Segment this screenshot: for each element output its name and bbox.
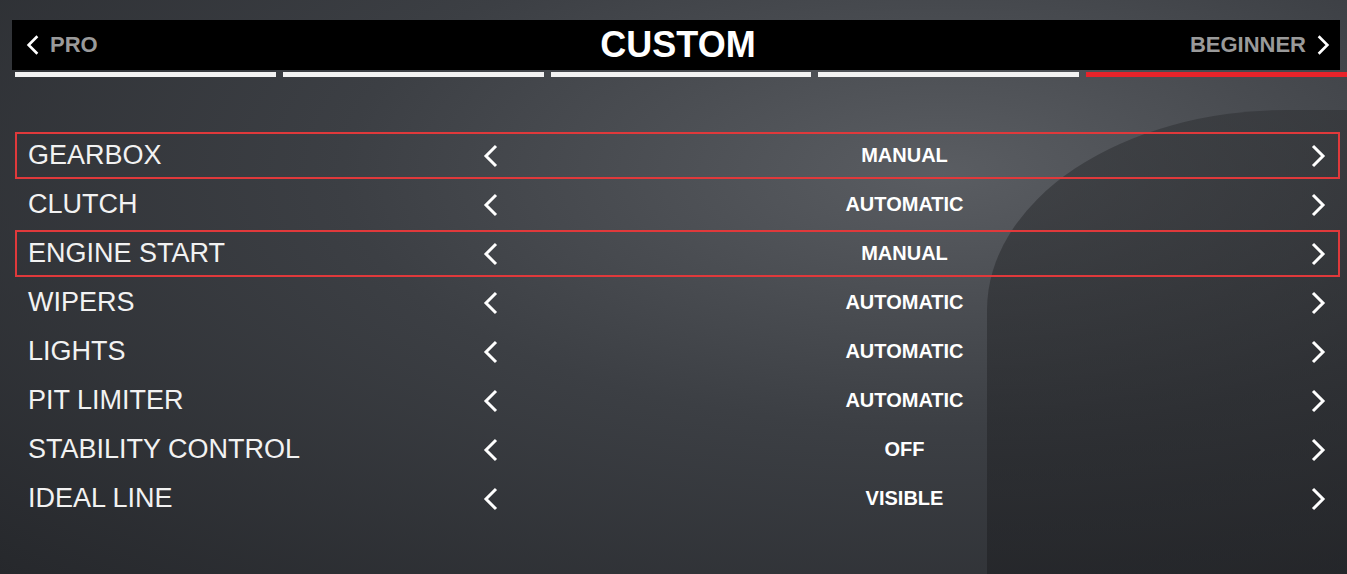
setting-label: ENGINE START <box>28 238 479 269</box>
setting-value: VISIBLE <box>503 487 1306 510</box>
chevron-left-icon[interactable] <box>483 487 499 511</box>
next-preset-button[interactable]: BEGINNER <box>1190 32 1330 58</box>
setting-label: PIT LIMITER <box>28 385 479 416</box>
setting-value: AUTOMATIC <box>503 389 1306 412</box>
setting-value: AUTOMATIC <box>503 340 1306 363</box>
decrease-button[interactable] <box>479 242 503 266</box>
next-preset-label[interactable]: BEGINNER <box>1190 32 1306 58</box>
setting-row[interactable]: GEARBOX MANUAL <box>15 132 1340 179</box>
setting-row[interactable]: ENGINE START MANUAL <box>15 230 1340 277</box>
setting-value: MANUAL <box>503 144 1306 167</box>
increase-button[interactable] <box>1306 340 1330 364</box>
previous-preset-button[interactable]: PRO <box>26 32 590 58</box>
setting-label: CLUTCH <box>28 189 479 220</box>
chevron-right-icon[interactable] <box>1310 193 1326 217</box>
setting-row[interactable]: PIT LIMITER AUTOMATIC <box>15 377 1340 424</box>
chevron-left-icon[interactable] <box>483 438 499 462</box>
decrease-button[interactable] <box>479 144 503 168</box>
chevron-right-icon[interactable] <box>1310 144 1326 168</box>
preset-header: PRO CUSTOM BEGINNER <box>12 20 1340 77</box>
setting-row[interactable]: STABILITY CONTROL OFF <box>15 426 1340 473</box>
setting-label: LIGHTS <box>28 336 479 367</box>
setting-label: STABILITY CONTROL <box>28 434 479 465</box>
decrease-button[interactable] <box>479 291 503 315</box>
preset-segment[interactable] <box>1086 72 1347 77</box>
increase-button[interactable] <box>1306 291 1330 315</box>
increase-button[interactable] <box>1306 487 1330 511</box>
increase-button[interactable] <box>1306 242 1330 266</box>
preset-indicator <box>15 72 1347 77</box>
setting-label: IDEAL LINE <box>28 483 479 514</box>
previous-preset-label[interactable]: PRO <box>50 32 98 58</box>
chevron-left-icon[interactable] <box>483 193 499 217</box>
chevron-left-icon[interactable] <box>26 34 40 56</box>
chevron-right-icon[interactable] <box>1310 340 1326 364</box>
setting-label: WIPERS <box>28 287 479 318</box>
chevron-left-icon[interactable] <box>483 340 499 364</box>
setting-row[interactable]: CLUTCH AUTOMATIC <box>15 181 1340 228</box>
decrease-button[interactable] <box>479 487 503 511</box>
setting-label: GEARBOX <box>28 140 479 171</box>
chevron-left-icon[interactable] <box>483 291 499 315</box>
increase-button[interactable] <box>1306 193 1330 217</box>
preset-segment[interactable] <box>15 72 276 77</box>
setting-row[interactable]: WIPERS AUTOMATIC <box>15 279 1340 326</box>
increase-button[interactable] <box>1306 438 1330 462</box>
chevron-right-icon[interactable] <box>1310 242 1326 266</box>
chevron-right-icon[interactable] <box>1316 34 1330 56</box>
chevron-left-icon[interactable] <box>483 389 499 413</box>
preset-title: CUSTOM <box>590 24 765 66</box>
setting-value: OFF <box>503 438 1306 461</box>
chevron-left-icon[interactable] <box>483 144 499 168</box>
decrease-button[interactable] <box>479 340 503 364</box>
setting-value: AUTOMATIC <box>503 193 1306 216</box>
setting-value: MANUAL <box>503 242 1306 265</box>
settings-list: GEARBOX MANUAL CLUTCH AUTOMATIC ENGINE START… <box>15 132 1340 522</box>
preset-segment[interactable] <box>283 72 544 77</box>
decrease-button[interactable] <box>479 389 503 413</box>
chevron-right-icon[interactable] <box>1310 291 1326 315</box>
chevron-right-icon[interactable] <box>1310 389 1326 413</box>
chevron-right-icon[interactable] <box>1310 438 1326 462</box>
setting-value: AUTOMATIC <box>503 291 1306 314</box>
preset-segment[interactable] <box>551 72 812 77</box>
preset-segment[interactable] <box>818 72 1079 77</box>
setting-row[interactable]: IDEAL LINE VISIBLE <box>15 475 1340 522</box>
setting-row[interactable]: LIGHTS AUTOMATIC <box>15 328 1340 375</box>
decrease-button[interactable] <box>479 193 503 217</box>
chevron-left-icon[interactable] <box>483 242 499 266</box>
background-building <box>987 110 1347 574</box>
preset-bar: PRO CUSTOM BEGINNER <box>12 20 1340 70</box>
increase-button[interactable] <box>1306 389 1330 413</box>
chevron-right-icon[interactable] <box>1310 487 1326 511</box>
increase-button[interactable] <box>1306 144 1330 168</box>
decrease-button[interactable] <box>479 438 503 462</box>
